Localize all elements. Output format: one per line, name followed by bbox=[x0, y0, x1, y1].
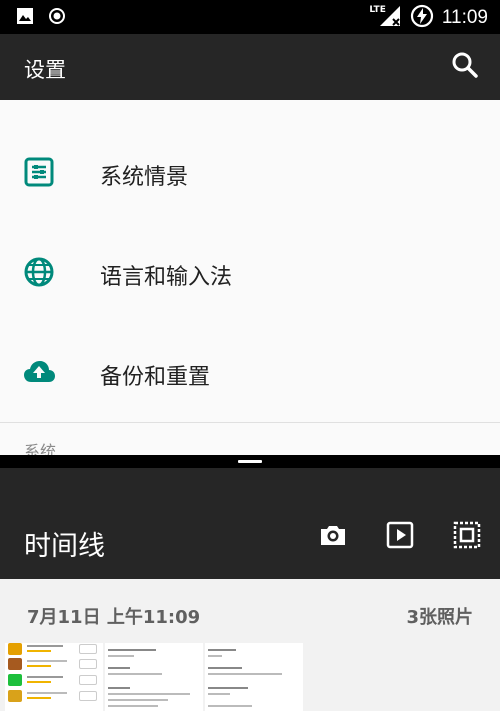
photo-thumbnail[interactable] bbox=[105, 643, 203, 711]
setting-item-language-input[interactable]: 语言和输入法 bbox=[0, 222, 500, 322]
network-type: LTE bbox=[369, 5, 386, 15]
photo-thumbnail[interactable] bbox=[5, 643, 103, 711]
timeline-content: 7月11日 上午11:09 3张照片 bbox=[0, 579, 500, 711]
battery-charging-icon bbox=[410, 4, 434, 32]
setting-item-system-profiles[interactable]: 系统情景 bbox=[0, 122, 500, 222]
status-bar: LTE 11:09 bbox=[0, 0, 500, 34]
dashboard-icon bbox=[22, 155, 56, 189]
divider bbox=[0, 422, 500, 423]
photo-thumbnail[interactable] bbox=[205, 643, 303, 711]
settings-toolbar: 设置 bbox=[0, 34, 500, 100]
gallery-toolbar: 时间线 bbox=[0, 468, 500, 579]
photo-count: 3张照片 bbox=[406, 607, 473, 628]
cloud-upload-icon bbox=[22, 355, 56, 389]
setting-label: 备份和重置 bbox=[100, 365, 211, 390]
divider-handle[interactable] bbox=[238, 460, 262, 463]
slideshow-icon[interactable] bbox=[385, 520, 415, 550]
split-screen-divider[interactable] bbox=[0, 455, 500, 468]
setting-item-backup-reset[interactable]: 备份和重置 bbox=[0, 322, 500, 422]
camera-icon[interactable] bbox=[318, 520, 348, 550]
circle-record-icon bbox=[48, 7, 66, 29]
image-icon bbox=[16, 7, 34, 29]
setting-label: 系统情景 bbox=[100, 165, 189, 190]
clock: 11:09 bbox=[441, 7, 488, 28]
setting-label: 语言和输入法 bbox=[100, 265, 233, 290]
date-header: 7月11日 上午11:09 bbox=[27, 607, 201, 628]
settings-list: 系统情景 语言和输入法 备份和重置 系统 bbox=[0, 100, 500, 455]
page-title: 设置 bbox=[24, 58, 66, 82]
select-all-icon[interactable] bbox=[452, 520, 482, 550]
search-icon[interactable] bbox=[450, 50, 480, 80]
gallery-title: 时间线 bbox=[24, 531, 105, 562]
globe-icon bbox=[22, 255, 56, 289]
section-header: 系统 bbox=[24, 442, 57, 455]
